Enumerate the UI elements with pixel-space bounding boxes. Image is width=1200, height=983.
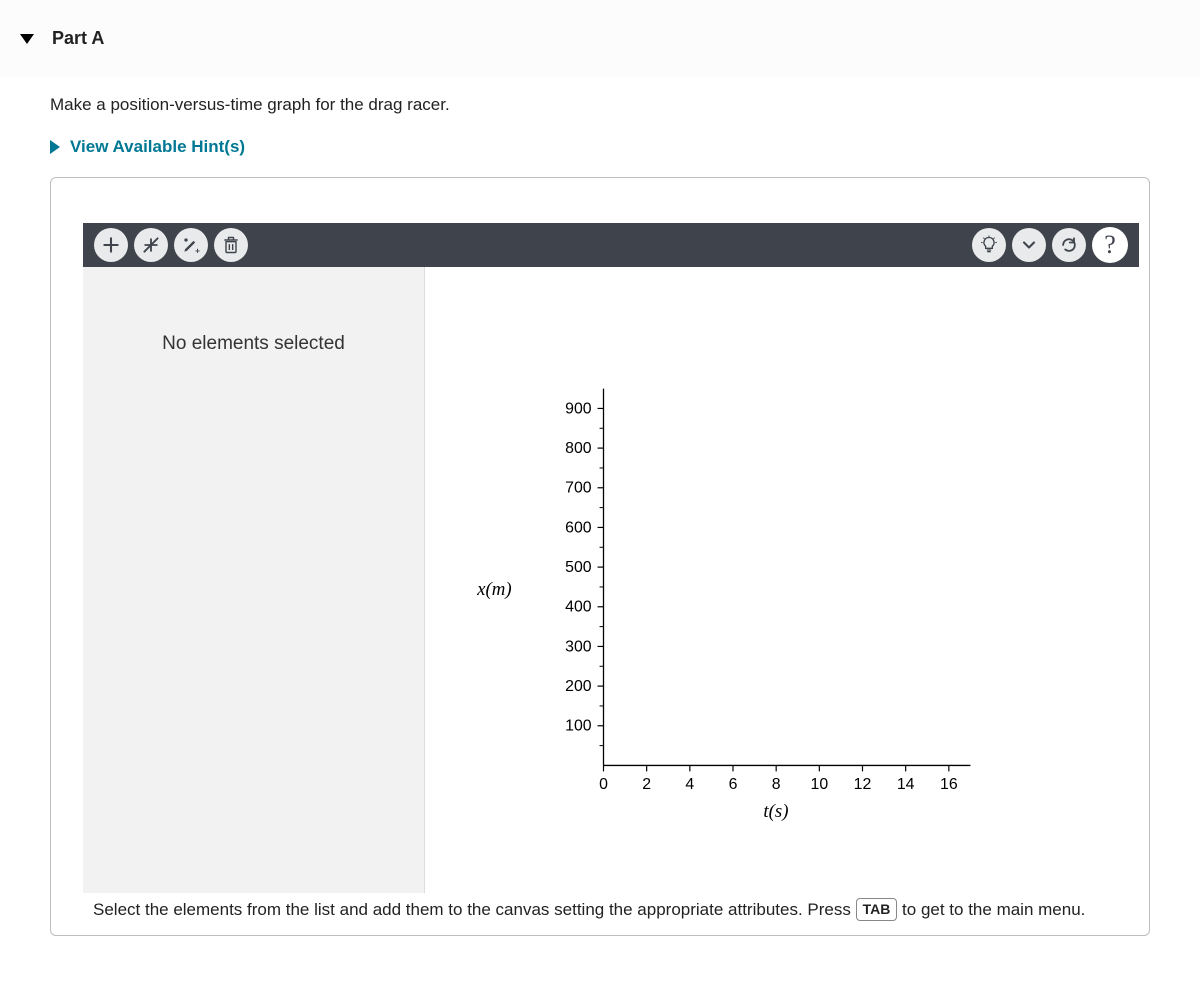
svg-text:2: 2 xyxy=(642,776,651,793)
edit-point-button[interactable]: + xyxy=(174,228,208,262)
part-header: Part A xyxy=(0,0,1200,77)
svg-text:14: 14 xyxy=(897,776,915,793)
pencil-dot-icon: + xyxy=(181,235,201,255)
svg-text:500: 500 xyxy=(565,559,592,576)
svg-text:t(s): t(s) xyxy=(763,801,788,822)
svg-text:100: 100 xyxy=(565,718,592,735)
dropdown-button[interactable] xyxy=(1012,228,1046,262)
svg-text:200: 200 xyxy=(565,678,592,695)
svg-text:12: 12 xyxy=(854,776,872,793)
chevron-down-icon xyxy=(1019,235,1039,255)
svg-text:300: 300 xyxy=(565,638,592,655)
help-text-before: Select the elements from the list and ad… xyxy=(93,900,856,919)
plus-icon xyxy=(101,235,121,255)
workspace: No elements selected 1002003004005006007… xyxy=(83,267,1139,893)
hints-label: View Available Hint(s) xyxy=(70,137,245,157)
help-text-after: to get to the main menu. xyxy=(897,900,1085,919)
plus-slash-icon xyxy=(141,235,161,255)
svg-text:8: 8 xyxy=(772,776,781,793)
add-button[interactable] xyxy=(94,228,128,262)
lightbulb-button[interactable] xyxy=(972,228,1006,262)
svg-text:x(m): x(m) xyxy=(476,579,512,600)
svg-text:700: 700 xyxy=(565,480,592,497)
collapse-icon[interactable] xyxy=(20,34,34,44)
graph-panel: + xyxy=(50,177,1150,936)
trash-icon xyxy=(221,235,241,255)
svg-text:4: 4 xyxy=(685,776,694,793)
question-icon: ? xyxy=(1104,230,1116,260)
reset-icon xyxy=(1059,235,1079,255)
element-selector-panel[interactable]: No elements selected xyxy=(83,267,425,893)
axes-plot: 100 200 300 400 500 600 700 800 900 0 2 4 6 8 10 12 14 16… xyxy=(425,267,1139,893)
chevron-right-icon xyxy=(50,140,60,154)
svg-text:10: 10 xyxy=(811,776,829,793)
view-hints-button[interactable]: View Available Hint(s) xyxy=(50,137,1150,157)
svg-text:0: 0 xyxy=(599,776,608,793)
svg-text:600: 600 xyxy=(565,519,592,536)
reset-button[interactable] xyxy=(1052,228,1086,262)
svg-text:6: 6 xyxy=(729,776,738,793)
svg-text:400: 400 xyxy=(565,599,592,616)
graph-canvas[interactable]: 100 200 300 400 500 600 700 800 900 0 2 4 6 8 10 12 14 16… xyxy=(425,267,1139,893)
no-add-button[interactable] xyxy=(134,228,168,262)
tab-key-badge: TAB xyxy=(856,898,898,921)
svg-text:800: 800 xyxy=(565,440,592,457)
part-label: Part A xyxy=(52,28,104,49)
svg-text:16: 16 xyxy=(940,776,958,793)
delete-button[interactable] xyxy=(214,228,248,262)
lightbulb-icon xyxy=(979,235,999,255)
graph-toolbar: + xyxy=(83,223,1139,267)
svg-text:+: + xyxy=(195,245,200,255)
svg-text:900: 900 xyxy=(565,400,592,417)
help-text: Select the elements from the list and ad… xyxy=(83,893,1139,925)
empty-message: No elements selected xyxy=(162,333,345,354)
instruction-text: Make a position-versus-time graph for th… xyxy=(50,95,1150,115)
help-button[interactable]: ? xyxy=(1092,227,1128,263)
